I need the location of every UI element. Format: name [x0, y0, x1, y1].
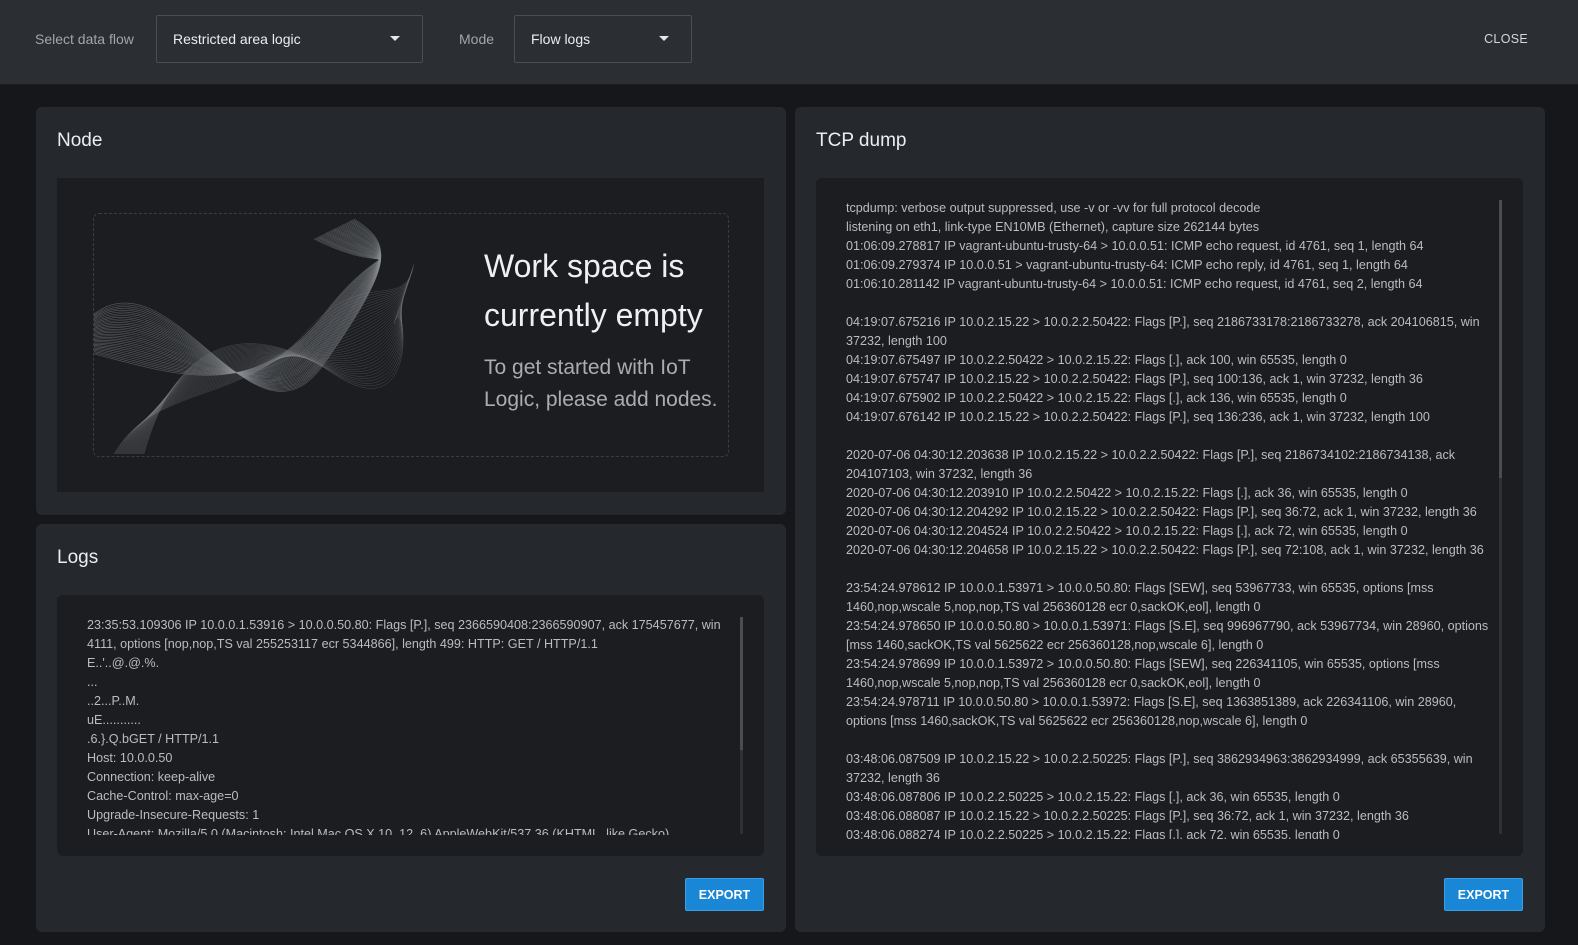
node-panel: Node Work space is currently empty To ge…	[36, 107, 786, 515]
empty-subtitle: To get started with IoT Logic, please ad…	[484, 356, 718, 411]
logs-text: 23:35:53.109306 IP 10.0.0.1.53916 > 10.0…	[87, 618, 721, 835]
tcp-dump-title: TCP dump	[816, 130, 907, 151]
logs-output[interactable]: 23:35:53.109306 IP 10.0.0.1.53916 > 10.0…	[57, 595, 764, 856]
logs-panel-title: Logs	[57, 547, 99, 568]
logs-panel: Logs 23:35:53.109306 IP 10.0.0.1.53916 >…	[36, 524, 786, 932]
logs-scrollbar[interactable]	[740, 617, 743, 834]
top-bar: Select data flow Restricted area logic M…	[0, 0, 1578, 85]
mode-value: Flow logs	[531, 31, 591, 47]
tcp-dump-output[interactable]: tcpdump: verbose output suppressed, use …	[816, 178, 1523, 856]
tcp-dump-scrollbar-thumb[interactable]	[1499, 200, 1502, 478]
chevron-down-icon	[390, 36, 400, 41]
wave-illustration	[94, 218, 415, 455]
data-flow-label: Select data flow	[35, 31, 134, 47]
data-flow-value: Restricted area logic	[173, 31, 301, 47]
data-flow-select[interactable]: Restricted area logic	[156, 15, 423, 63]
tcp-dump-export-button[interactable]: EXPORT	[1444, 878, 1523, 911]
mode-label: Mode	[459, 31, 495, 47]
empty-title: Work space is currently empty	[484, 248, 703, 333]
logs-scrollbar-thumb[interactable]	[740, 617, 743, 750]
tcp-dump-text: tcpdump: verbose output suppressed, use …	[846, 201, 1489, 839]
tcp-dump-panel: TCP dump tcpdump: verbose output suppres…	[795, 107, 1545, 932]
close-button[interactable]: CLOSE	[1484, 32, 1528, 46]
chevron-down-icon	[659, 36, 669, 41]
node-panel-title: Node	[57, 130, 103, 151]
tcp-dump-scrollbar[interactable]	[1499, 200, 1502, 834]
workspace-canvas[interactable]: Work space is currently empty To get sta…	[57, 178, 764, 492]
logs-export-button[interactable]: EXPORT	[685, 878, 764, 911]
empty-workspace: Work space is currently empty To get sta…	[93, 213, 729, 457]
mode-select[interactable]: Flow logs	[514, 15, 692, 63]
